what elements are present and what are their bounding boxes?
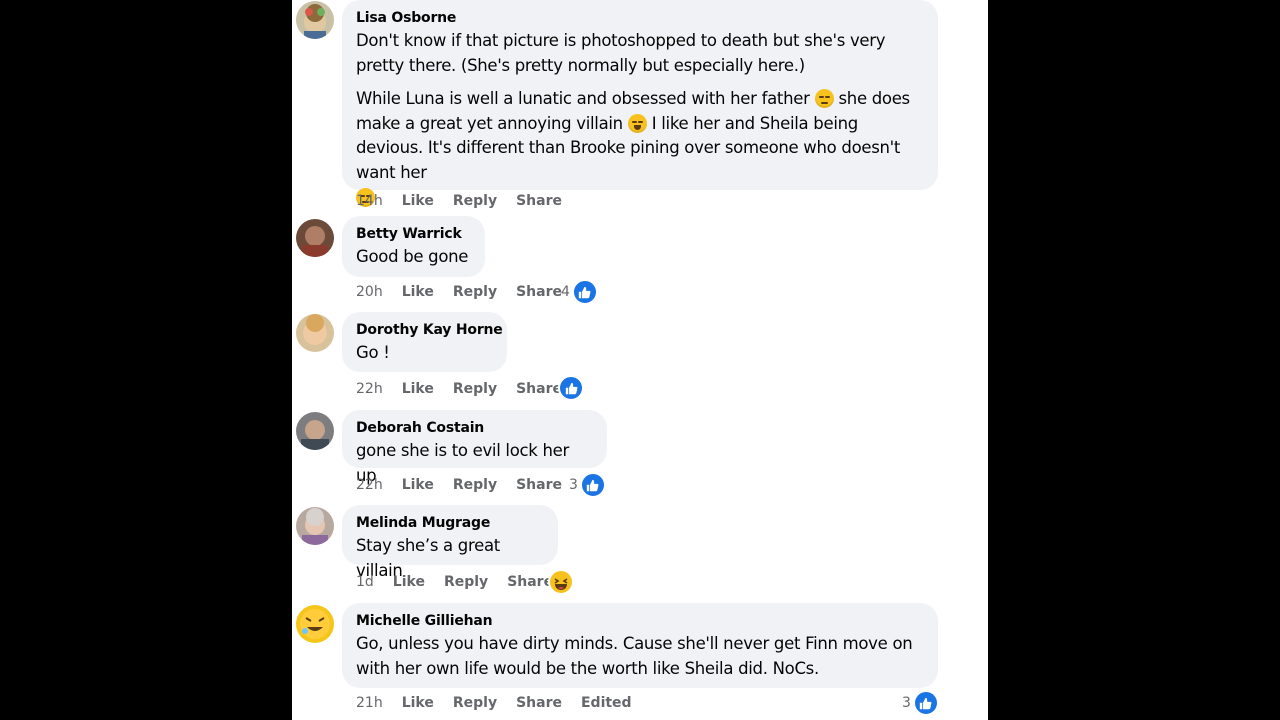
comment-actions: 1d Like Reply Share [356,573,572,591]
reaction-summary[interactable]: 3 [569,472,606,498]
comment-text: Don't know if that picture is photoshopp… [356,29,924,211]
comment-bubble: Michelle Gilliehan Go, unless you have d… [342,603,938,688]
share-button[interactable]: Share [516,694,562,712]
comment-timestamp[interactable]: 21h [356,694,383,712]
reaction-count: 3 [569,477,578,493]
like-button[interactable]: Like [402,694,434,712]
comment-text-segment: While Luna is well a lunatic and obsesse… [356,89,810,108]
haha-reaction-icon [548,569,574,595]
comment-text: Good be gone [356,247,469,266]
edited-label[interactable]: Edited [581,694,632,712]
reply-button[interactable]: Reply [453,283,497,301]
reaction-count: 3 [902,695,911,711]
like-reaction-icon [579,472,606,498]
comment-actions: 21h Like Reply Share Edited [356,694,651,712]
comment-actions: 20h Like Reply Share [356,283,581,301]
commenter-name[interactable]: Deborah Costain [356,419,593,437]
reply-button[interactable]: Reply [453,694,497,712]
comment-actions: 22h Like Reply Share [356,380,581,398]
comment-bubble: Deborah Costain gone she is to evil lock… [342,410,607,485]
avatar[interactable] [296,1,334,39]
avatar[interactable] [296,605,334,643]
commenter-name[interactable]: Michelle Gilliehan [356,612,924,630]
comment-text: Go, unless you have dirty minds. Cause s… [356,634,913,678]
reaction-summary[interactable] [556,375,584,401]
comment-timestamp[interactable]: 22h [356,380,383,398]
like-button[interactable]: Like [402,380,434,398]
reaction-count: 4 [561,284,570,300]
share-button[interactable]: Share [516,192,562,210]
share-button[interactable]: Share [516,283,562,301]
commenter-name[interactable]: Lisa Osborne [356,9,924,27]
comment-bubble: Dorothy Kay Horne Go ! [342,312,507,372]
like-button[interactable]: Like [402,476,434,494]
like-button[interactable]: Like [402,283,434,301]
like-reaction-icon [558,375,584,401]
share-button[interactable]: Share [507,573,553,591]
avatar[interactable] [296,219,334,257]
commenter-name[interactable]: Betty Warrick [356,225,471,243]
laughing-emoji-icon [627,113,647,133]
avatar[interactable] [296,507,334,545]
avatar[interactable] [296,314,334,352]
commenter-name[interactable]: Melinda Mugrage [356,514,544,532]
reaction-summary[interactable] [548,569,574,595]
comment-bubble: Betty Warrick Good be gone [342,216,485,277]
comment-bubble: Lisa Osborne Don't know if that picture … [342,0,938,207]
like-button[interactable]: Like [402,192,434,210]
comment-timestamp[interactable]: 1d [356,573,374,591]
rolling-eyes-emoji-icon [814,89,834,108]
commenter-name[interactable]: Dorothy Kay Horne [356,321,503,339]
comment-timestamp[interactable]: 14h [356,192,383,210]
reaction-summary[interactable]: 4 [561,279,598,305]
comment-actions: 14h Like Reply Share [356,192,581,210]
reply-button[interactable]: Reply [453,476,497,494]
reply-button[interactable]: Reply [453,380,497,398]
like-reaction-icon [571,279,598,305]
share-button[interactable]: Share [516,476,562,494]
comment-timestamp[interactable]: 22h [356,476,383,494]
comment-paragraph: Don't know if that picture is photoshopp… [356,31,886,75]
comment-timestamp[interactable]: 20h [356,283,383,301]
reply-button[interactable]: Reply [453,192,497,210]
reply-button[interactable]: Reply [444,573,488,591]
avatar[interactable] [296,412,334,450]
comment-text: Go ! [356,343,390,362]
comments-panel: Lisa Osborne Don't know if that picture … [292,0,988,720]
comment-bubble: Melinda Mugrage Stay she’s a great villa… [342,505,558,580]
like-reaction-icon [912,690,939,716]
like-button[interactable]: Like [393,573,425,591]
comment-actions: 22h Like Reply Share [356,476,581,494]
reaction-summary[interactable]: 3 [902,690,939,716]
